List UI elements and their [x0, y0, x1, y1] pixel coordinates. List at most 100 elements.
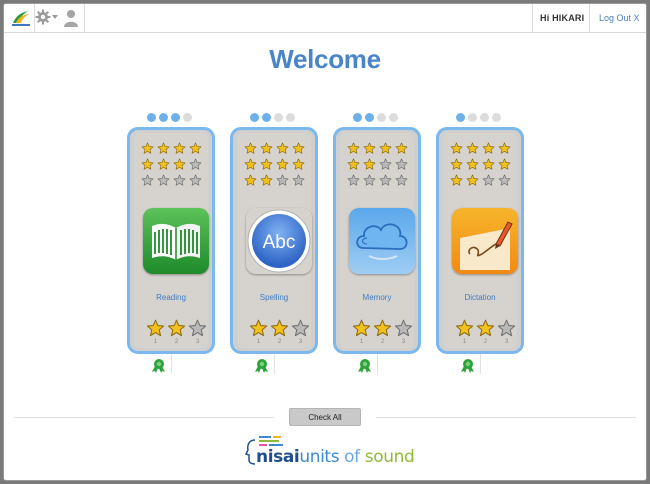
progress-dot: [480, 113, 489, 122]
module-label[interactable]: Memory: [340, 293, 414, 302]
level-star-icon[interactable]: [497, 319, 516, 338]
gear-icon[interactable]: [35, 9, 51, 25]
award-ribbon-icon[interactable]: [151, 358, 165, 373]
star-icon: [379, 142, 392, 154]
level-star-icon[interactable]: [167, 319, 186, 338]
progress-dots: [147, 113, 199, 123]
level-number: 1: [462, 339, 467, 345]
level-star-icon[interactable]: [188, 319, 207, 338]
star-icon: [141, 174, 154, 186]
star-icon: [141, 142, 154, 154]
star-icon: [244, 142, 257, 154]
module-card-reading[interactable]: Reading 1 2 3: [127, 127, 215, 354]
star-icon: [292, 158, 305, 170]
level-stars: 1 2 3: [249, 319, 313, 349]
cloud-icon[interactable]: [349, 208, 415, 274]
star-icon: [395, 158, 408, 170]
star-icon: [482, 158, 495, 170]
progress-dot: [286, 113, 295, 122]
level-number: 1: [359, 339, 364, 345]
card-body: Memory 1 2 3: [340, 133, 416, 349]
chevron-down-icon: [52, 15, 58, 19]
star-icon: [244, 158, 257, 170]
level-star-icon[interactable]: [291, 319, 310, 338]
module-label[interactable]: Spelling: [237, 293, 311, 302]
user-icon[interactable]: [64, 9, 78, 27]
module-card-dictation[interactable]: Dictation 1 2 3: [436, 127, 524, 354]
award-ribbon-icon[interactable]: [254, 358, 268, 373]
star-icon: [292, 174, 305, 186]
progress-dot: [183, 113, 192, 122]
progress-dot: [468, 113, 477, 122]
level-star-icon[interactable]: [249, 319, 268, 338]
progress-dots: [353, 113, 405, 123]
pencil-paper-icon[interactable]: [452, 208, 518, 274]
level-star-icon[interactable]: [146, 319, 165, 338]
page-title: Welcome: [269, 44, 381, 74]
star-icon: [466, 158, 479, 170]
star-icon: [450, 158, 463, 170]
module-card-memory[interactable]: Memory 1 2 3: [333, 127, 421, 354]
divider-left: [14, 417, 274, 418]
level-star-icon[interactable]: [270, 319, 289, 338]
check-all-button[interactable]: Check All: [289, 408, 361, 426]
progress-dots: [456, 113, 508, 123]
star-icon: [347, 142, 360, 154]
star-icon: [173, 174, 186, 186]
star-icon: [498, 174, 511, 186]
level-star-icon[interactable]: [455, 319, 474, 338]
module-label[interactable]: Dictation: [443, 293, 517, 302]
progress-dot: [250, 113, 259, 122]
star-icon: [482, 174, 495, 186]
star-icon: [189, 158, 202, 170]
open-book-icon[interactable]: [143, 208, 209, 274]
star-icon: [450, 174, 463, 186]
level-number: 2: [483, 339, 488, 345]
star-icon: [276, 174, 289, 186]
level-number: 1: [153, 339, 158, 345]
module-card-spelling[interactable]: Abc Spelling 1 2 3: [230, 127, 318, 354]
card-body: Reading 1 2 3: [134, 133, 210, 349]
progress-dot: [274, 113, 283, 122]
star-icon: [157, 142, 170, 154]
ribbon-divider: [480, 354, 481, 374]
abc-icon[interactable]: Abc: [246, 208, 312, 274]
card-body: Dictation 1 2 3: [443, 133, 518, 348]
card-body: Abc Spelling 1 2 3: [237, 133, 313, 349]
brand-wordmark: nisaiunits of sound: [256, 447, 415, 467]
progress-dot: [171, 113, 180, 122]
star-icon: [363, 174, 376, 186]
divider-right: [376, 417, 636, 418]
settings-menu[interactable]: [35, 9, 59, 27]
star-icon: [498, 158, 511, 170]
logout-link[interactable]: Log Out X: [599, 13, 640, 23]
progress-dot: [389, 113, 398, 122]
level-stars: 1 2 3: [352, 319, 416, 349]
progress-dot: [492, 113, 501, 122]
star-icon: [395, 142, 408, 154]
star-icon: [276, 158, 289, 170]
level-star-icon[interactable]: [394, 319, 413, 338]
app-logo-icon[interactable]: [10, 8, 32, 28]
star-icon: [189, 142, 202, 154]
star-icon: [450, 142, 463, 154]
module-label[interactable]: Reading: [134, 293, 208, 302]
ribbon-divider: [171, 354, 172, 374]
progress-dot: [147, 113, 156, 122]
award-ribbon-icon[interactable]: [357, 358, 371, 373]
star-icon: [260, 174, 273, 186]
level-stars: 1 2 3: [146, 319, 210, 349]
level-star-icon[interactable]: [352, 319, 371, 338]
award-ribbon-icon[interactable]: [460, 358, 474, 373]
level-star-icon[interactable]: [476, 319, 495, 338]
star-icon: [347, 158, 360, 170]
star-icon: [466, 174, 479, 186]
star-icon: [244, 174, 257, 186]
level-number: 3: [298, 339, 303, 345]
star-icon: [292, 142, 305, 154]
level-number: 3: [195, 339, 200, 345]
progress-dot: [262, 113, 271, 122]
level-star-icon[interactable]: [373, 319, 392, 338]
level-number: 2: [380, 339, 385, 345]
star-icon: [379, 158, 392, 170]
